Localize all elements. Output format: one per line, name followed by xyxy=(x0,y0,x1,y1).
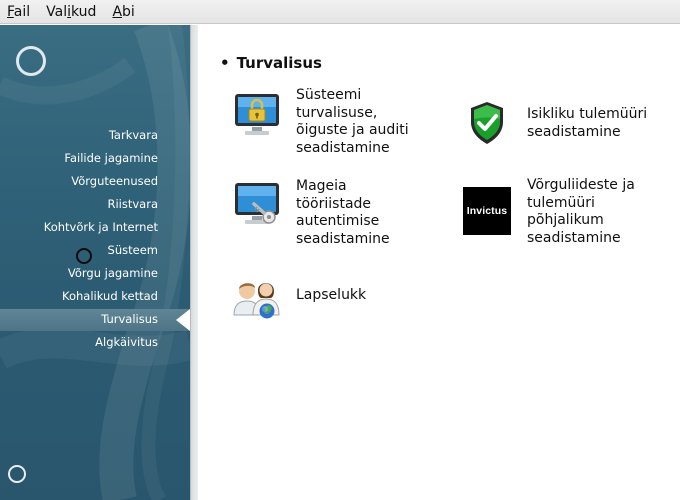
menu-file[interactable]: Fail xyxy=(0,1,38,23)
tool-label: Mageia tööriistade autentimise seadistam… xyxy=(296,178,390,247)
tool-parental-control[interactable]: Lapselukk xyxy=(231,269,366,321)
sidebar-item-system[interactable]: Süsteem xyxy=(44,239,158,262)
parental-users-icon xyxy=(231,269,283,321)
menu-bar: Fail Valikud Abi xyxy=(0,0,680,24)
sidebar-nav: Tarkvara Failide jagamine Võrguteenused … xyxy=(44,124,158,354)
tool-system-security[interactable]: Süsteemi turvalisuse, õiguste ja auditi … xyxy=(231,87,409,157)
panel-divider xyxy=(190,25,198,500)
invictus-logo-icon: Invictus xyxy=(461,185,513,237)
sidebar-item-file-sharing[interactable]: Failide jagamine xyxy=(44,147,158,170)
content-panel: • Turvalisus Süsteemi turvalisuse, õigust… xyxy=(198,25,680,500)
menu-help[interactable]: Abi xyxy=(104,1,142,23)
tool-network-interfaces-firewall[interactable]: Invictus Võrguliideste ja tulemüüri põhj… xyxy=(461,177,635,247)
sidebar-item-network-internet[interactable]: Kohtvõrk ja Internet xyxy=(44,216,158,239)
tool-mageia-auth[interactable]: Mageia tööriistade autentimise seadistam… xyxy=(231,178,390,248)
sidebar-item-boot[interactable]: Algkäivitus xyxy=(44,331,158,354)
sidebar-item-local-disks[interactable]: Kohalikud kettad xyxy=(44,285,158,308)
tool-personal-firewall[interactable]: Isikliku tulemüüri seadistamine xyxy=(461,97,647,149)
section-title: • Turvalisus xyxy=(220,54,322,72)
shield-check-icon xyxy=(461,97,513,149)
sidebar: Tarkvara Failide jagamine Võrguteenused … xyxy=(0,25,190,500)
tool-label: Isikliku tulemüüri seadistamine xyxy=(527,106,648,140)
mageia-ring-icon xyxy=(16,46,46,76)
tool-label: Süsteemi turvalisuse, õiguste ja auditi … xyxy=(296,87,409,156)
sidebar-item-hardware[interactable]: Riistvara xyxy=(44,193,158,216)
tool-label: Lapselukk xyxy=(296,287,367,303)
sidebar-item-security[interactable]: Turvalisus xyxy=(44,308,158,331)
mageia-ring-bottom-icon xyxy=(8,465,26,483)
sidebar-item-network-services[interactable]: Võrguteenused xyxy=(44,170,158,193)
sidebar-selection-pointer xyxy=(176,309,190,331)
tool-label: Võrguliideste ja tulemüüri põhjalikum se… xyxy=(527,177,635,246)
monitor-key-icon xyxy=(231,178,283,230)
monitor-lock-icon xyxy=(231,89,283,141)
sidebar-item-software[interactable]: Tarkvara xyxy=(44,124,158,147)
menu-options[interactable]: Valikud xyxy=(38,1,104,23)
sidebar-item-network-sharing[interactable]: Võrgu jagamine xyxy=(44,262,158,285)
